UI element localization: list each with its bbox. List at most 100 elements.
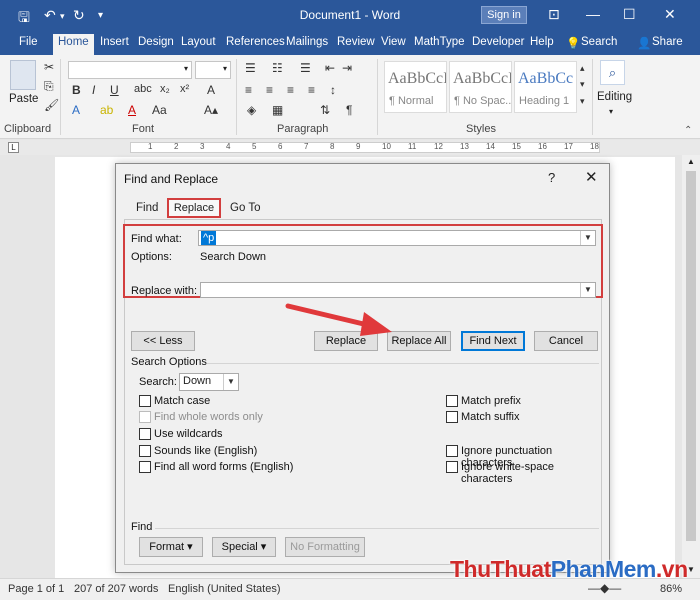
cut-icon[interactable]: ✂: [44, 60, 54, 74]
font-color-icon[interactable]: A: [128, 103, 136, 117]
tab-insert[interactable]: Insert: [100, 36, 129, 48]
tab-find[interactable]: Find: [136, 202, 158, 214]
copy-icon[interactable]: ⎘: [44, 79, 54, 94]
numbering-icon[interactable]: ☷: [272, 61, 283, 75]
justify-icon[interactable]: ≡: [308, 83, 315, 97]
zoom-level[interactable]: 86%: [660, 583, 682, 595]
tab-developer[interactable]: Developer: [472, 36, 524, 48]
less-button[interactable]: << Less: [131, 331, 195, 351]
match-prefix-checkbox[interactable]: [446, 395, 458, 407]
tab-help[interactable]: Help: [530, 36, 554, 48]
match-case-checkbox[interactable]: [139, 395, 151, 407]
find-next-button[interactable]: Find Next: [461, 331, 525, 351]
ribbon-display-options-icon[interactable]: ⊡: [548, 6, 560, 23]
style-normal[interactable]: AaBbCcI ¶ Normal: [384, 61, 447, 113]
tell-me-search[interactable]: Search: [581, 36, 617, 48]
increase-indent-icon[interactable]: ⇥: [342, 61, 352, 75]
text-effects-icon[interactable]: A: [72, 103, 80, 117]
tab-review[interactable]: Review: [337, 36, 375, 48]
align-left-icon[interactable]: ≡: [245, 83, 252, 97]
close-window-icon[interactable]: ✕: [664, 6, 676, 23]
find-what-combo[interactable]: ^p ▼: [198, 230, 596, 246]
borders-icon[interactable]: ▦: [272, 103, 283, 117]
tab-design[interactable]: Design: [138, 36, 174, 48]
sort-icon[interactable]: ⇅: [320, 103, 330, 117]
ruler-mark: 11: [408, 142, 417, 151]
style-no-spacing[interactable]: AaBbCcI ¶ No Spac...: [449, 61, 512, 113]
word-count[interactable]: 207 of 207 words: [74, 583, 158, 595]
find-icon[interactable]: ⌕: [600, 60, 625, 85]
match-suffix-checkbox[interactable]: [446, 411, 458, 423]
ignore-whitespace-checkbox[interactable]: [446, 461, 458, 473]
format-painter-icon[interactable]: 🖌: [44, 98, 59, 112]
subscript-icon[interactable]: x₂: [160, 83, 170, 95]
strikethrough-icon[interactable]: abc: [134, 83, 152, 95]
horizontal-ruler[interactable]: L 1 2 3 4 5 6 7 8 9 10 11 12 13 14 15 16 17 18: [0, 140, 700, 155]
tab-replace[interactable]: Replace: [167, 198, 221, 218]
shading-icon[interactable]: ◈: [247, 103, 256, 117]
tab-references[interactable]: References: [226, 36, 285, 48]
ignore-punctuation-checkbox[interactable]: [446, 445, 458, 457]
show-hide-paragraph-icon[interactable]: ¶: [346, 103, 352, 117]
collapse-ribbon-icon[interactable]: ⌃: [684, 125, 692, 136]
styles-scroll-down-icon[interactable]: ▾: [580, 79, 585, 90]
grow-font-icon[interactable]: A▴: [204, 103, 218, 117]
change-case-icon[interactable]: Aa: [152, 103, 167, 117]
zoom-slider[interactable]: —◆—: [588, 581, 621, 595]
help-button[interactable]: ?: [548, 170, 555, 185]
language-status[interactable]: English (United States): [168, 583, 281, 595]
tab-home[interactable]: Home: [53, 34, 94, 55]
tab-go-to[interactable]: Go To: [230, 202, 260, 214]
sounds-like-checkbox[interactable]: [139, 445, 151, 457]
line-spacing-icon[interactable]: ↕: [330, 83, 336, 97]
tab-view[interactable]: View: [381, 36, 406, 48]
chevron-down-icon[interactable]: ▼: [580, 283, 595, 297]
editing-button[interactable]: Editing: [597, 91, 632, 103]
page-count[interactable]: Page 1 of 1: [8, 583, 64, 595]
superscript-icon[interactable]: x²: [180, 83, 189, 95]
chevron-down-icon[interactable]: ▼: [580, 231, 595, 245]
tab-mathtype[interactable]: MathType: [414, 36, 465, 48]
align-right-icon[interactable]: ≡: [287, 83, 294, 97]
special-button[interactable]: Special ▾: [212, 537, 276, 557]
minimize-icon[interactable]: —: [586, 6, 600, 22]
share-button[interactable]: Share: [652, 36, 683, 48]
clear-formatting-icon[interactable]: A: [207, 83, 215, 97]
ribbon-tabs: File Home Insert Design Layout Reference…: [0, 32, 700, 55]
align-center-icon[interactable]: ≡: [266, 83, 273, 97]
tab-selector-icon[interactable]: L: [8, 142, 19, 153]
decrease-indent-icon[interactable]: ⇤: [325, 61, 335, 75]
font-name-combo[interactable]: ▾: [68, 61, 192, 79]
scrollbar-thumb[interactable]: [686, 171, 696, 541]
styles-more-icon[interactable]: ▾: [580, 96, 585, 107]
maximize-icon[interactable]: ☐: [623, 6, 636, 23]
paste-icon[interactable]: [10, 60, 36, 90]
format-button[interactable]: Format ▾: [139, 537, 203, 557]
underline-icon[interactable]: U: [110, 83, 119, 97]
scroll-up-icon[interactable]: ▲: [687, 157, 695, 166]
use-wildcards-checkbox[interactable]: [139, 428, 151, 440]
ruler-mark: 7: [304, 142, 309, 151]
paste-button[interactable]: Paste: [9, 93, 38, 105]
font-size-combo[interactable]: ▾: [195, 61, 231, 79]
tab-layout[interactable]: Layout: [181, 36, 216, 48]
vertical-scrollbar[interactable]: ▲ ▼: [682, 155, 700, 578]
style-heading-1[interactable]: AaBbCc Heading 1: [514, 61, 577, 113]
bullets-icon[interactable]: ☰: [245, 61, 256, 75]
bold-icon[interactable]: B: [72, 83, 81, 97]
scroll-down-icon[interactable]: ▼: [687, 565, 695, 574]
tab-file[interactable]: File: [19, 36, 38, 48]
sign-in-button[interactable]: Sign in: [481, 6, 527, 24]
find-replace-dialog: Find and Replace ? ✕ Find Replace Go To …: [115, 163, 610, 573]
tab-mailings[interactable]: Mailings: [286, 36, 328, 48]
search-direction-select[interactable]: Down ▼: [179, 373, 239, 391]
italic-icon[interactable]: I: [92, 83, 95, 97]
word-forms-checkbox[interactable]: [139, 461, 151, 473]
highlight-color-icon[interactable]: ab: [100, 103, 113, 117]
multilevel-list-icon[interactable]: ☰: [300, 61, 311, 75]
chevron-down-icon[interactable]: ▼: [223, 374, 238, 390]
close-dialog-button[interactable]: ✕: [585, 168, 598, 186]
cancel-button[interactable]: Cancel: [534, 331, 598, 351]
styles-scroll-up-icon[interactable]: ▴: [580, 63, 585, 74]
share-icon[interactable]: 👤: [637, 36, 651, 50]
